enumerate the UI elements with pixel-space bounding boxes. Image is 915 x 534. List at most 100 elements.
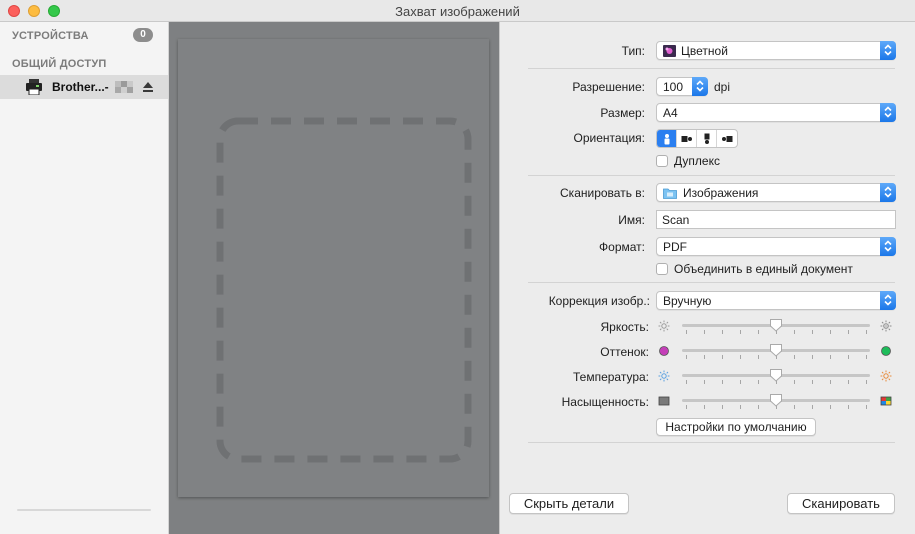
eject-icon[interactable] [142, 81, 154, 93]
slider-tick [722, 355, 723, 359]
orientation-upside-down-button[interactable] [697, 130, 717, 147]
slider-tick [686, 330, 687, 334]
correction-value: Вручную [663, 294, 712, 308]
duplex-checkbox[interactable] [656, 155, 668, 167]
green-dot-icon [881, 346, 891, 356]
slider-tick [866, 380, 867, 384]
color-photo-icon [663, 45, 676, 57]
slider-knob[interactable] [769, 393, 783, 407]
sun-bright-icon [880, 320, 892, 332]
slider-tick [794, 355, 795, 359]
preview-paper [178, 39, 489, 497]
sun-dim-icon [658, 320, 670, 332]
slider-tick [686, 355, 687, 359]
slider-tick [812, 405, 813, 409]
separator [528, 282, 895, 283]
separator [528, 175, 895, 176]
combine-checkbox[interactable] [656, 263, 668, 275]
slider-tick [812, 355, 813, 359]
hue-slider[interactable] [682, 343, 870, 359]
format-label: Формат: [599, 240, 645, 254]
scan-preview-area[interactable] [169, 22, 499, 534]
devices-header: УСТРОЙСТВА [12, 30, 89, 42]
slider-tick [848, 330, 849, 334]
slider-tick [848, 405, 849, 409]
scan-to-label: Сканировать в: [560, 186, 645, 200]
printer-icon [26, 79, 42, 95]
window-title: Захват изображений [395, 4, 520, 19]
slider-tick [866, 330, 867, 334]
resolution-popup[interactable]: 100 [656, 77, 708, 96]
name-label: Имя: [618, 213, 645, 227]
slider-tick [722, 380, 723, 384]
type-label: Тип: [621, 44, 645, 58]
slider-tick [686, 405, 687, 409]
shared-header: ОБЩИЙ ДОСТУП [12, 58, 107, 70]
sidebar-scrollbar[interactable] [17, 509, 151, 511]
orientation-portrait-button[interactable] [657, 130, 677, 147]
saturation-slider[interactable] [682, 393, 870, 409]
slider-tick [722, 330, 723, 334]
temperature-slider[interactable] [682, 368, 870, 384]
scan-to-value: Изображения [683, 186, 759, 200]
warm-sun-icon [880, 370, 892, 382]
slider-tick [830, 330, 831, 334]
correction-popup[interactable]: Вручную [656, 291, 896, 310]
landscape-left-icon [681, 136, 692, 142]
brightness-slider[interactable] [682, 318, 870, 334]
name-field-box [656, 210, 896, 229]
sidebar-item-brother-scanner[interactable]: Brother...- [0, 75, 168, 99]
slider-tick [740, 330, 741, 334]
magenta-dot-icon [659, 346, 669, 356]
slider-tick [704, 355, 705, 359]
size-popup[interactable]: A4 [656, 103, 896, 122]
cold-sun-icon [658, 370, 670, 382]
slider-tick [704, 380, 705, 384]
slider-tick [830, 380, 831, 384]
temperature-label: Температура: [572, 370, 649, 384]
orientation-landscape-right-button[interactable] [717, 130, 737, 147]
name-field[interactable] [657, 211, 895, 228]
separator [528, 442, 895, 443]
upside-down-icon [704, 133, 710, 144]
separator [528, 68, 895, 69]
slider-tick [830, 405, 831, 409]
slider-tick [686, 380, 687, 384]
duplex-label: Дуплекс [674, 154, 720, 168]
format-popup[interactable]: PDF [656, 237, 896, 256]
reset-defaults-button[interactable]: Настройки по умолчанию [656, 418, 816, 436]
slider-tick [794, 330, 795, 334]
scan-to-popup[interactable]: Изображения [656, 183, 896, 202]
slider-tick [740, 355, 741, 359]
slider-tick [830, 355, 831, 359]
slider-knob[interactable] [769, 368, 783, 382]
slider-knob[interactable] [769, 318, 783, 332]
type-popup[interactable]: Цветной [656, 41, 896, 60]
slider-tick [848, 380, 849, 384]
slider-tick [794, 405, 795, 409]
color-square-icon [880, 396, 892, 406]
size-value: A4 [663, 106, 678, 120]
resolution-label: Разрешение: [572, 80, 645, 94]
resolution-value: 100 [663, 80, 684, 94]
chevron-updown-icon [880, 291, 896, 310]
slider-tick [848, 355, 849, 359]
chevron-updown-icon [880, 41, 896, 60]
slider-tick [866, 405, 867, 409]
scan-button[interactable]: Сканировать [787, 493, 895, 514]
slider-knob[interactable] [769, 343, 783, 357]
sidebar: УСТРОЙСТВА 0 ОБЩИЙ ДОСТУП Brother...- [0, 22, 169, 534]
hide-details-button[interactable]: Скрыть детали [509, 493, 629, 514]
orientation-label: Ориентация: [573, 131, 645, 145]
slider-tick [758, 380, 759, 384]
slider-tick [794, 380, 795, 384]
sidebar-item-label: Brother...- [52, 80, 109, 94]
orientation-landscape-left-button[interactable] [677, 130, 697, 147]
slider-tick [758, 330, 759, 334]
folder-icon [663, 188, 677, 199]
slider-tick [758, 405, 759, 409]
type-value: Цветной [681, 44, 728, 58]
landscape-right-icon [722, 136, 733, 142]
resolution-unit: dpi [714, 80, 731, 94]
brightness-label: Яркость: [600, 320, 649, 334]
